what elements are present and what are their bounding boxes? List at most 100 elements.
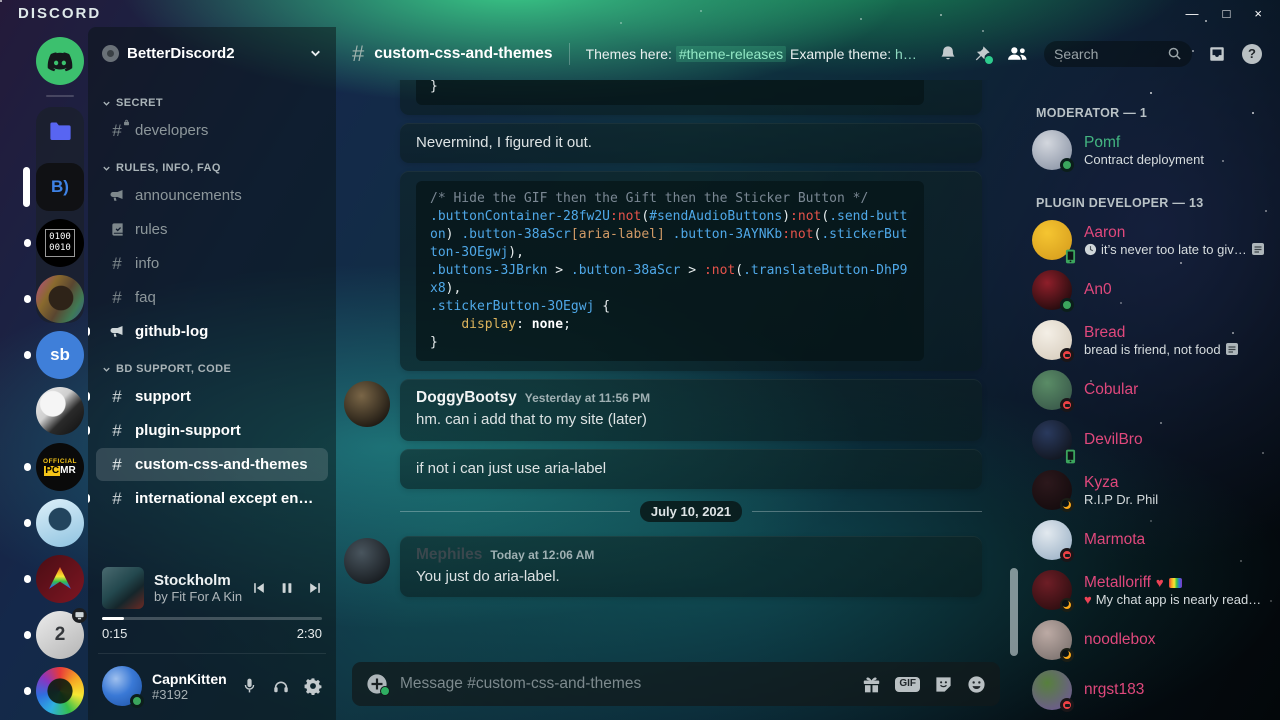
pin-unread-dot [985,56,993,64]
server-r6-server[interactable] [36,499,84,547]
attach-badge [380,686,390,696]
member-bread[interactable]: Breadbread is friend, not food [1032,320,1274,360]
member-metalloriff[interactable]: Metalloriff♥♥My chat app is nearly read… [1032,570,1274,610]
server-server-folder[interactable] [36,107,84,155]
maximize-button[interactable]: □ [1223,7,1231,20]
gif-picker-button[interactable]: GIF [895,677,920,692]
unread-indicator-dot [24,463,31,471]
channel-custom-css-and-themes[interactable]: #custom-css-and-themes [96,448,328,481]
member-cobular[interactable]: Cobular [1032,370,1274,410]
server-discord-home[interactable] [36,37,84,85]
message-bubble[interactable]: if not i can just use aria-label [400,449,982,489]
close-button[interactable]: × [1254,7,1262,20]
category-rules-info-faq[interactable]: RULES, INFO, FAQ [88,148,336,178]
server-destiny-pride-server[interactable] [36,555,84,603]
chevron-down-icon [309,47,322,60]
chat-header: # custom-css-and-themes Themes here: #th… [336,27,1280,80]
member-list-toggle-button[interactable] [1007,45,1028,62]
deafen-button[interactable] [272,677,290,695]
avatar[interactable] [344,538,390,584]
server-binary-server[interactable]: 0100 0010 [36,219,84,267]
channel-github-log[interactable]: github-log [96,315,328,348]
pinned-messages-button[interactable] [973,45,991,63]
online-status-dot [1060,158,1074,172]
chevron-down-icon [102,365,111,374]
message-bubble[interactable]: Nevermind, I figured it out. [400,123,982,163]
scrollbar-thumb[interactable] [1010,568,1018,656]
mic-button[interactable] [241,677,258,695]
notifications-button[interactable] [939,45,957,63]
member-custom-status: bread is friend, not food [1084,342,1274,357]
help-button[interactable]: ? [1242,44,1262,64]
channel-rules[interactable]: rules [96,213,328,246]
unread-pill [88,327,90,336]
unread-indicator-dot [24,575,31,583]
member-pomf[interactable]: PomfContract deployment [1032,130,1274,170]
member-nrgst183[interactable]: nrgst183 [1032,670,1274,710]
member-name: noodlebox [1084,631,1274,649]
rail-divider [46,95,74,97]
server-bw-art-server[interactable] [36,387,84,435]
member-marmota[interactable]: Marmota [1032,520,1274,560]
topic-link[interactable]: h… [895,46,917,62]
discord-logo-icon [45,46,75,76]
minimize-button[interactable]: — [1186,7,1199,20]
user-avatar[interactable] [102,666,142,706]
channel-info[interactable]: #info [96,247,328,280]
channel-faq[interactable]: #faq [96,281,328,314]
gift-button[interactable] [862,675,881,694]
betterdiscord2-icon: B) [36,163,84,211]
server-betterdiscord2[interactable]: B) [36,163,84,211]
previous-track-button[interactable] [252,581,266,595]
server-goose-server[interactable] [36,275,84,323]
search-input[interactable]: Search [1044,41,1192,67]
divider [98,653,326,654]
message-bubble[interactable]: /* Hide the GIF then the Gift then the S… [400,171,982,371]
pause-button[interactable] [280,581,294,595]
unread-pill [88,392,90,401]
code-block[interactable]: } [416,80,924,105]
next-track-button[interactable] [308,581,322,595]
message-bubble[interactable]: MephilesToday at 12:06 AMYou just do ari… [400,536,982,597]
selected-server-pill [23,167,30,207]
code-block[interactable]: /* Hide the GIF then the Gift then the S… [416,181,924,361]
member-kyza[interactable]: KyzaR.I.P Dr. Phil [1032,470,1274,510]
message-author[interactable]: Mephiles [416,546,482,564]
channel-support[interactable]: #support [96,380,328,413]
attach-button[interactable] [366,673,388,695]
member-an0[interactable]: An0 [1032,270,1274,310]
server-destiny2-server[interactable]: 2 [36,611,84,659]
channel-plugin-support[interactable]: #plugin-support [96,414,328,447]
sticker-picker-button[interactable] [934,675,953,694]
pcmr-text: PCMR [44,466,75,476]
inbox-button[interactable] [1208,45,1226,63]
channel-developers[interactable]: #developers [96,114,328,147]
category-bd-support-code[interactable]: BD SUPPORT, CODE [88,349,336,379]
category-secret[interactable]: SECRET [88,83,336,113]
server-header[interactable]: BetterDiscord2 [88,27,336,79]
message-author[interactable]: DoggyBootsy [416,389,517,407]
track-meta: Stockholm by Fit For A King; [154,572,242,604]
message-bubble[interactable]: } [400,80,982,115]
channel-topic[interactable]: Themes here: #theme-releases Example the… [586,46,929,62]
settings-button[interactable] [304,677,322,695]
channel-announcements[interactable]: announcements [96,179,328,212]
member-devilbro[interactable]: DevilBro [1032,420,1274,460]
emoji-picker-button[interactable] [967,675,986,694]
message-input[interactable] [400,675,850,693]
pcmr-mr-text: MR [60,466,76,476]
channel-international-except-engli-[interactable]: #international except engli… [96,482,328,515]
member-aaron[interactable]: Aaronit’s never too late to giv… [1032,220,1274,260]
seek-bar[interactable] [102,617,322,620]
server-pcmr-server[interactable]: OFFICIALPCMR [36,443,84,491]
member-noodlebox[interactable]: noodlebox [1032,620,1274,660]
avatar[interactable] [344,381,390,427]
channel-mention[interactable]: #theme-releases [676,46,786,62]
server-rainbow-skull-server[interactable] [36,667,84,715]
server-sb-server[interactable]: sb [36,331,84,379]
message-text: You just do aria-label. [416,567,966,587]
message-bubble[interactable]: DoggyBootsyYesterday at 11:56 PMhm. can … [400,379,982,440]
music-player: Stockholm by Fit For A King; 0:15 2:30 [88,561,336,649]
server-rail: B) 0100 0010 sb OFFICIALPCMR 2 [0,27,88,720]
avatar [1032,220,1072,260]
